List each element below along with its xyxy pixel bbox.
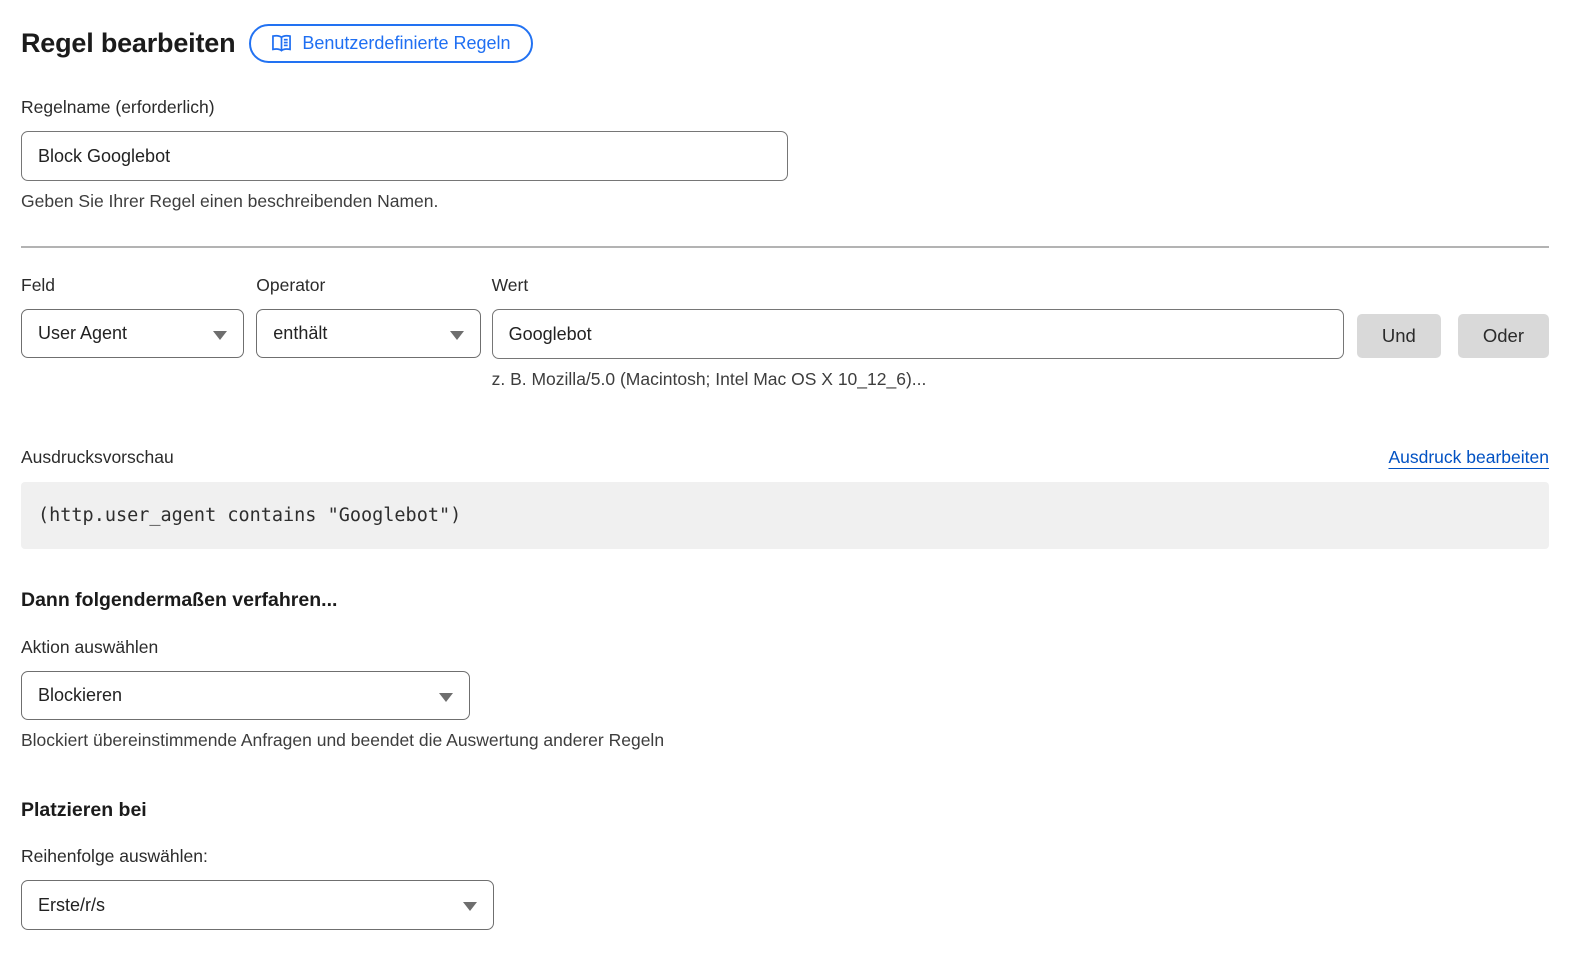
chevron-down-icon <box>213 331 227 340</box>
action-section: Dann folgendermaßen verfahren... Aktion … <box>21 589 1549 751</box>
action-help: Blockiert übereinstimmende Anfragen und … <box>21 730 1549 751</box>
action-select-label: Aktion auswählen <box>21 637 1549 658</box>
page-title: Regel bearbeiten <box>21 28 235 59</box>
order-select[interactable]: Erste/r/s <box>21 880 494 930</box>
edit-expression-link[interactable]: Ausdruck bearbeiten <box>1388 447 1549 468</box>
operator-select[interactable]: enthält <box>256 309 480 358</box>
rule-name-input[interactable] <box>21 131 788 181</box>
placement-section: Platzieren bei Reihenfolge auswählen: Er… <box>21 799 1549 930</box>
rule-name-help: Geben Sie Ihrer Regel einen beschreibend… <box>21 191 1549 212</box>
chevron-down-icon <box>450 331 464 340</box>
rule-name-section: Regelname (erforderlich) Geben Sie Ihrer… <box>21 97 1549 212</box>
placement-heading: Platzieren bei <box>21 799 1549 822</box>
value-column: Wert z. B. Mozilla/5.0 (Macintosh; Intel… <box>492 275 1344 390</box>
condition-row: Feld User Agent Operator enthält Wert z.… <box>21 275 1549 390</box>
action-selected-value: Blockieren <box>38 685 122 706</box>
value-input[interactable] <box>492 309 1344 359</box>
or-button[interactable]: Oder <box>1458 314 1549 358</box>
open-book-icon <box>271 34 292 53</box>
chevron-down-icon <box>463 902 477 911</box>
field-column: Feld User Agent <box>21 275 244 358</box>
operator-column: Operator enthält <box>256 275 480 358</box>
order-selected-value: Erste/r/s <box>38 895 105 916</box>
expression-preview-label: Ausdrucksvorschau <box>21 447 174 468</box>
chevron-down-icon <box>439 693 453 702</box>
action-select[interactable]: Blockieren <box>21 671 470 720</box>
section-divider <box>21 246 1549 248</box>
expression-code-block: (http.user_agent contains "Googlebot") <box>21 482 1549 549</box>
and-button[interactable]: Und <box>1357 314 1441 358</box>
order-select-label: Reihenfolge auswählen: <box>21 846 1549 867</box>
custom-rules-docs-button[interactable]: Benutzerdefinierte Regeln <box>249 24 532 63</box>
action-heading: Dann folgendermaßen verfahren... <box>21 589 1549 612</box>
operator-selected-value: enthält <box>273 323 327 344</box>
expression-header: Ausdrucksvorschau Ausdruck bearbeiten <box>21 447 1549 468</box>
custom-rules-docs-label: Benutzerdefinierte Regeln <box>302 33 510 54</box>
field-label: Feld <box>21 275 244 296</box>
field-select[interactable]: User Agent <box>21 309 244 358</box>
title-row: Regel bearbeiten Benutzerdefinierte Rege… <box>21 24 1549 63</box>
expression-code: (http.user_agent contains "Googlebot") <box>38 505 461 526</box>
edit-rule-page: Regel bearbeiten Benutzerdefinierte Rege… <box>0 0 1570 930</box>
rule-name-label: Regelname (erforderlich) <box>21 97 1549 118</box>
field-selected-value: User Agent <box>38 323 127 344</box>
value-label: Wert <box>492 275 1344 296</box>
expression-section: Ausdrucksvorschau Ausdruck bearbeiten (h… <box>21 447 1549 549</box>
operator-label: Operator <box>256 275 480 296</box>
value-example-text: z. B. Mozilla/5.0 (Macintosh; Intel Mac … <box>492 369 1344 390</box>
